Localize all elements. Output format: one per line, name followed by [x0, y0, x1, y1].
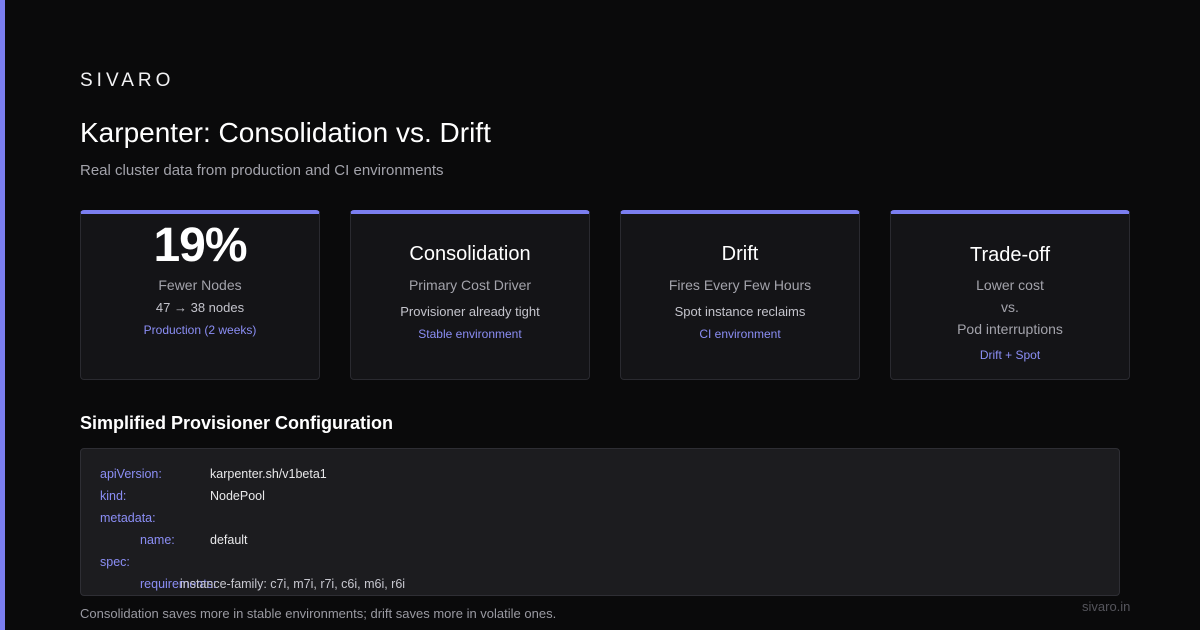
card-note: CI environment — [699, 327, 781, 341]
section-title: Simplified Provisioner Configuration — [80, 413, 394, 433]
card-heading: Trade-off — [969, 244, 1051, 266]
code-key: metadata: — [100, 511, 156, 525]
page-subtitle: Real cluster data from production and CI… — [80, 162, 444, 179]
card-label: Fires Every Few Hours — [668, 277, 812, 293]
card-note: Drift + Spot — [979, 348, 1041, 362]
code-value: default — [210, 533, 248, 547]
code-key: spec: — [100, 555, 130, 569]
card-heading: Drift — [721, 243, 759, 265]
card-heading: Consolidation — [409, 243, 531, 265]
code-value: karpenter.sh/v1beta1 — [210, 467, 327, 481]
card-note: Stable environment — [418, 327, 522, 341]
card-detail: 47 → 38 nodes — [155, 300, 245, 315]
card-consolidation: Consolidation Primary Cost Driver Provis… — [350, 210, 590, 380]
card-big-number: 19% — [153, 219, 247, 272]
code-key: apiVersion: — [100, 467, 162, 481]
card-drift: Drift Fires Every Few Hours Spot instanc… — [620, 210, 860, 380]
card-line: vs. — [1001, 299, 1019, 315]
card-label: Primary Cost Driver — [408, 277, 532, 293]
code-value: NodePool — [210, 489, 265, 503]
stat-cards: 19% Fewer Nodes 47 → 38 nodes Production… — [80, 210, 1130, 380]
card-fewer-nodes: 19% Fewer Nodes 47 → 38 nodes Production… — [80, 210, 320, 380]
code-key: kind: — [100, 489, 127, 503]
card-line: Lower cost — [976, 277, 1044, 293]
card-line: Pod interruptions — [957, 321, 1063, 337]
code-value: instance-family: c7i, m7i, r7i, c6i, m6i… — [180, 577, 406, 591]
card-note: Production (2 weeks) — [143, 323, 257, 337]
site-url: sivaro.in — [1082, 599, 1131, 614]
card-label: Fewer Nodes — [158, 277, 242, 293]
card-trade-off: Trade-off Lower cost vs. Pod interruptio… — [890, 210, 1130, 380]
left-accent-bar — [0, 0, 5, 630]
card-detail: Spot instance reclaims — [674, 304, 806, 319]
brand-logo: SIVARO — [80, 70, 175, 91]
footer-note: Consolidation saves more in stable envir… — [80, 606, 557, 621]
page-title: Karpenter: Consolidation vs. Drift — [80, 117, 491, 148]
code-block: apiVersion: karpenter.sh/v1beta1 kind: N… — [80, 448, 1120, 596]
code-key: name: — [140, 533, 175, 547]
card-detail: Provisioner already tight — [400, 304, 540, 319]
